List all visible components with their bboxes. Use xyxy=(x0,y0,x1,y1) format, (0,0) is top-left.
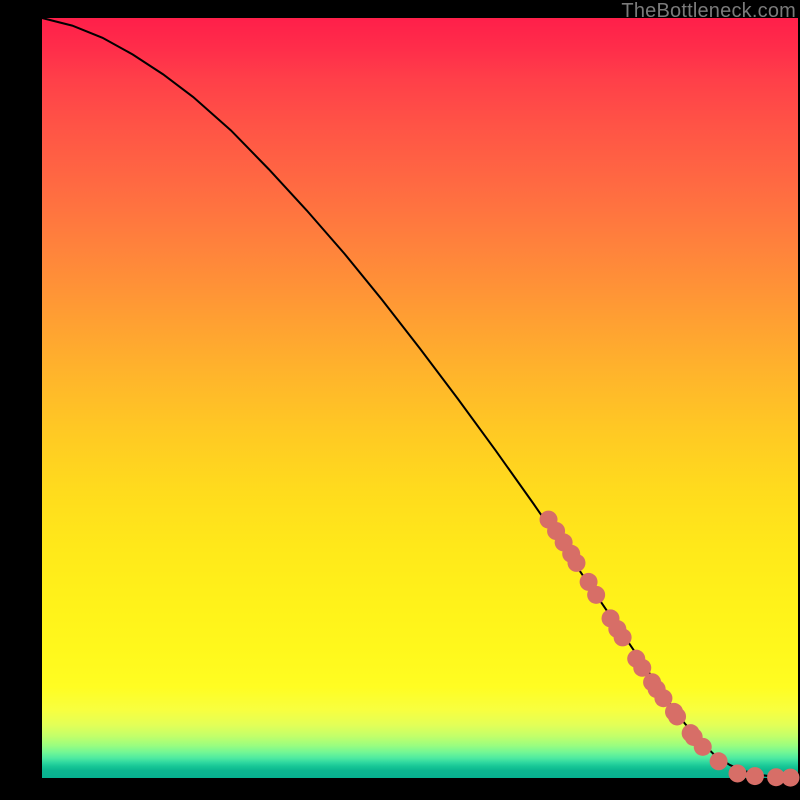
data-marker xyxy=(587,586,605,604)
data-marker xyxy=(710,752,728,770)
data-marker xyxy=(781,769,799,787)
trend-curve xyxy=(42,18,798,778)
data-marker xyxy=(746,767,764,785)
data-marker xyxy=(694,738,712,756)
watermark-label: TheBottleneck.com xyxy=(621,0,796,23)
data-marker xyxy=(567,554,585,572)
curve-layer xyxy=(42,18,798,778)
plot-area xyxy=(42,18,798,778)
data-marker xyxy=(614,628,632,646)
data-markers xyxy=(540,511,800,787)
chart-stage: TheBottleneck.com xyxy=(0,0,800,800)
data-marker xyxy=(729,764,747,782)
data-marker xyxy=(668,707,686,725)
